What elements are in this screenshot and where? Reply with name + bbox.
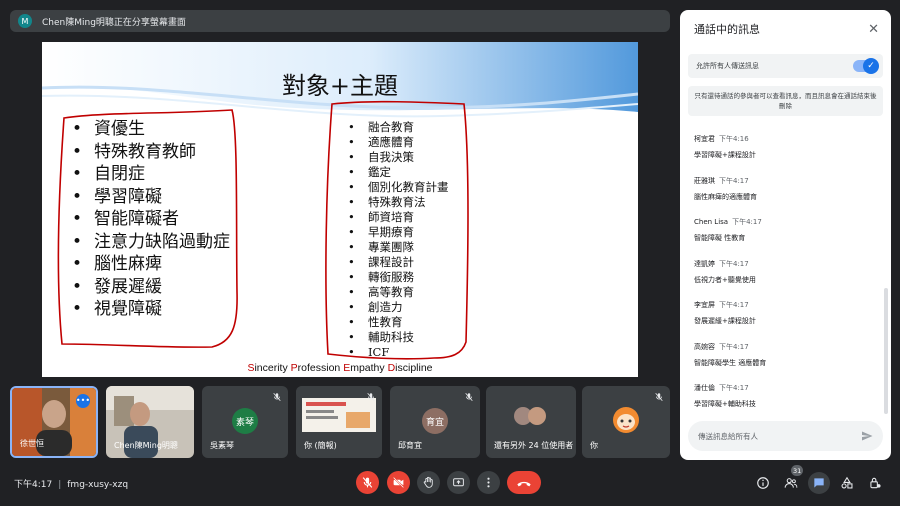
participant-avatar: 素琴 <box>232 408 258 434</box>
lock-person-icon <box>870 477 881 489</box>
message-item: 柯宜君 下午4:16 學習障礙+課程設計 <box>694 134 874 176</box>
group-avatars-icon <box>514 407 546 425</box>
message-sender: Chen Lisa <box>694 218 729 226</box>
present-screen-button[interactable] <box>447 471 470 494</box>
mic-off-icon <box>273 392 281 402</box>
message-item: 潘仕倫 下午4:17 學習障礙+輔助科技 <box>694 383 874 425</box>
meeting-details-button[interactable] <box>752 472 774 494</box>
message-time: 下午4:17 <box>732 218 762 226</box>
participant-tile[interactable]: 素琴 吳素琴 <box>202 386 288 458</box>
message-list: 柯宜君 下午4:16 學習障礙+課程設計 莊雅琪 下午4:17 腦性麻痺的適應體育 … <box>694 134 874 425</box>
camera-off-icon <box>393 477 404 488</box>
message-item: 達凱婷 下午4:17 低視力者+聽覺使用 <box>694 259 874 301</box>
message-time: 下午4:17 <box>719 176 749 185</box>
mic-toggle-button[interactable] <box>356 471 379 494</box>
chat-header: 通話中的訊息 ✕ <box>680 10 891 48</box>
message-sender: 莊雅琪 <box>694 176 715 185</box>
raise-hand-button[interactable] <box>417 471 440 494</box>
allow-messages-toggle[interactable]: ✓ <box>853 58 879 74</box>
end-call-button[interactable] <box>507 471 541 494</box>
activities-button[interactable] <box>836 472 858 494</box>
participant-name: 徐世恒 <box>20 439 44 448</box>
meeting-code: fmg-xusy-xzq <box>67 480 129 490</box>
send-icon[interactable] <box>861 430 873 442</box>
chat-notice: 只有還待通話的參與者可以查看訊息，而且訊息會在通話結束後刪除 <box>688 86 883 116</box>
message-time: 下午4:17 <box>719 342 749 351</box>
present-icon <box>453 478 464 487</box>
participant-name: 還有另外 24 位使用者 <box>494 441 574 450</box>
participant-name: 吳素琴 <box>210 441 234 450</box>
allow-messages-row: 允許所有人傳送訊息 ✓ <box>688 54 883 78</box>
participant-name: 邱育宜 <box>398 441 422 450</box>
self-avatar-icon <box>613 407 639 433</box>
presenter-avatar: M <box>18 14 32 28</box>
message-item: Chen Lisa 下午4:17 智能障礙 性教育 <box>694 217 874 259</box>
participant-tile[interactable]: 你 (簡報) <box>296 386 382 458</box>
more-vert-icon <box>487 477 490 488</box>
more-options-button[interactable] <box>477 471 500 494</box>
message-text: 低視力者+聽覺使用 <box>694 275 756 284</box>
message-time: 下午4:17 <box>719 259 749 268</box>
participant-tile[interactable]: ••• 徐世恒 <box>10 386 98 458</box>
close-icon[interactable]: ✕ <box>868 22 879 37</box>
message-sender: 高婉容 <box>694 342 715 351</box>
people-count-badge: 31 <box>791 465 804 476</box>
people-icon <box>784 478 798 488</box>
mic-off-icon <box>362 477 373 488</box>
message-text: 學習障礙+輔助科技 <box>694 400 756 408</box>
participant-tile[interactable]: 育宜 邱育宜 <box>390 386 480 458</box>
host-controls-button[interactable] <box>864 472 886 494</box>
current-time: 下午4:17 <box>14 480 53 490</box>
message-time: 下午4:17 <box>719 384 749 392</box>
more-options-icon[interactable]: ••• <box>76 394 90 408</box>
presenter-bar: M Chen陳Ming明聰正在分享螢幕畫面 <box>10 10 670 32</box>
mic-off-icon <box>367 392 375 402</box>
more-participants-tile[interactable]: 還有另外 24 位使用者 <box>486 386 576 458</box>
participant-name: 你 <box>590 441 598 450</box>
message-item: 高婉容 下午4:17 智能障礙學生 適應體育 <box>694 342 874 384</box>
shapes-icon <box>841 476 853 489</box>
chat-panel: 通話中的訊息 ✕ 允許所有人傳送訊息 ✓ 只有還待通話的參與者可以查看訊息，而且… <box>680 10 891 460</box>
hand-icon <box>423 476 433 488</box>
toggle-label: 允許所有人傳送訊息 <box>696 62 759 70</box>
info-icon <box>757 477 769 489</box>
participant-tile[interactable]: Chen陳Ming明聰 <box>106 386 194 458</box>
chat-scrollbar[interactable] <box>884 288 888 414</box>
chat-icon <box>814 478 824 488</box>
participant-name: 你 (簡報) <box>304 441 337 450</box>
message-item: 莊雅琪 下午4:17 腦性麻痺的適應體育 <box>694 176 874 218</box>
message-sender: 李宜屏 <box>694 301 715 309</box>
message-sender: 潘仕倫 <box>694 384 715 392</box>
slide-footer: Sincerity Profession Empathy Discipline <box>247 362 433 374</box>
message-text: 腦性麻痺的適應體育 <box>694 192 757 201</box>
check-icon: ✓ <box>863 58 879 74</box>
ink-annotation <box>57 100 469 360</box>
phone-hangup-icon <box>517 481 531 486</box>
camera-toggle-button[interactable] <box>387 471 410 494</box>
message-sender: 柯宜君 <box>694 135 715 143</box>
self-tile[interactable]: 你 <box>582 386 670 458</box>
participant-name: Chen陳Ming明聰 <box>114 441 178 450</box>
chat-button[interactable] <box>808 472 830 494</box>
message-sender: 達凱婷 <box>694 259 715 268</box>
message-item: 李宜屏 下午4:17 發展遲緩+課程設計 <box>694 300 874 342</box>
message-text: 智能障礙學生 適應體育 <box>694 358 767 367</box>
mic-off-icon <box>655 392 663 402</box>
chat-message-input[interactable] <box>688 421 883 451</box>
message-time: 下午4:16 <box>719 135 749 143</box>
chat-title: 通話中的訊息 <box>694 23 760 36</box>
participant-avatar: 育宜 <box>422 408 448 434</box>
shared-slide: 對象+主題 資優生 特殊教育教師 自閉症 學習障礙 智能障礙者 注意力缺陷過動症… <box>42 42 638 377</box>
mic-off-icon <box>465 392 473 402</box>
message-text: 智能障礙 性教育 <box>694 234 746 242</box>
message-text: 學習障礙+課程設計 <box>694 151 756 159</box>
meeting-info: 下午4:17 | fmg-xusy-xzq <box>14 480 129 490</box>
message-time: 下午4:17 <box>719 301 749 309</box>
message-text: 發展遲緩+課程設計 <box>694 317 756 325</box>
presenter-label: Chen陳Ming明聰正在分享螢幕畫面 <box>42 17 186 28</box>
